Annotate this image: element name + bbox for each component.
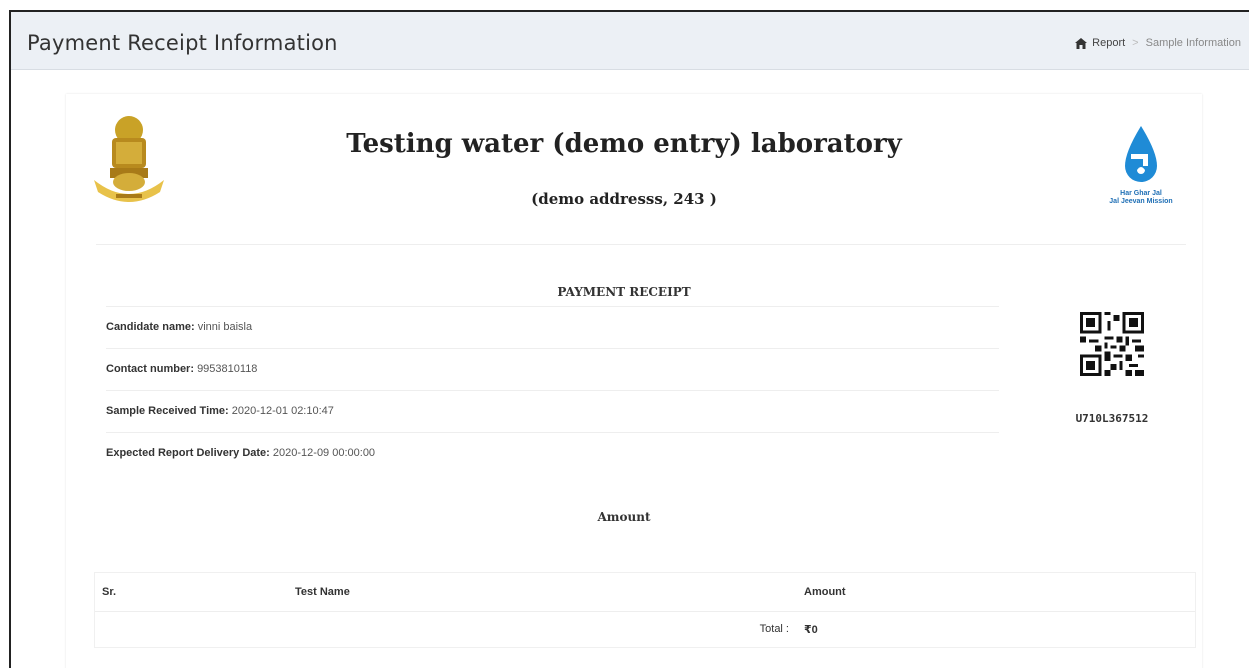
delivery-date-value: 2020-12-09 00:00:00 — [272, 447, 376, 459]
table-total-row: Total : ₹0 — [95, 611, 1195, 647]
delivery-date-row: Expected Report Delivery Date: 2020-12-0… — [106, 432, 999, 474]
contact-number-label: Contact number: — [106, 363, 194, 375]
lab-name: Testing water (demo entry) laboratory — [346, 129, 902, 159]
column-header-test-name: Test Name — [288, 573, 797, 612]
total-label: Total : — [759, 623, 789, 636]
content-header: Payment Receipt Information Report > Sam… — [11, 12, 1249, 70]
amount-table: Sr. Test Name Amount Total : ₹0 — [94, 572, 1196, 648]
lab-address: (demo addresss, 243 ) — [531, 190, 717, 208]
home-icon — [1075, 37, 1088, 49]
water-drop-icon — [1125, 126, 1157, 182]
contact-number-row: Contact number: 9953810118 — [106, 348, 999, 390]
column-header-amount: Amount — [797, 573, 1195, 612]
app-frame: Payment Receipt Information Report > Sam… — [9, 10, 1249, 668]
table-header-row: Sr. Test Name Amount — [95, 573, 1195, 612]
delivery-date-label: Expected Report Delivery Date: — [106, 447, 270, 459]
sample-received-label: Sample Received Time: — [106, 405, 229, 417]
header-divider — [96, 244, 1186, 245]
receipt-card: Testing water (demo entry) laboratory (d… — [66, 94, 1202, 668]
column-header-sr: Sr. — [95, 573, 288, 612]
total-value: ₹0 — [804, 623, 818, 636]
breadcrumb-report-link[interactable]: Report — [1092, 37, 1125, 49]
page-title: Payment Receipt Information — [27, 31, 338, 55]
amount-title: Amount — [597, 510, 651, 524]
breadcrumb: Report > Sample Information — [1075, 37, 1241, 49]
har-ghar-jal-logo-text: Har Ghar Jal Jal Jeevan Mission — [1109, 190, 1173, 205]
table-cell-empty — [95, 611, 288, 647]
qr-code — [1080, 312, 1144, 376]
contact-number-value: 9953810118 — [197, 363, 258, 375]
breadcrumb-separator: > — [1132, 37, 1139, 49]
sample-received-value: 2020-12-01 02:10:47 — [231, 405, 334, 417]
candidate-name-label: Candidate name: — [106, 321, 195, 333]
sample-received-row: Sample Received Time: 2020-12-01 02:10:4… — [106, 390, 999, 432]
receipt-title: PAYMENT RECEIPT — [557, 285, 691, 299]
candidate-name-value: vinni baisla — [197, 321, 253, 333]
candidate-name-row: Candidate name: vinni baisla — [106, 306, 999, 348]
sample-code: U710L367512 — [1075, 412, 1149, 425]
breadcrumb-current: Sample Information — [1145, 37, 1241, 49]
har-ghar-jal-logo: Har Ghar Jal Jal Jeevan Mission — [1101, 118, 1181, 218]
